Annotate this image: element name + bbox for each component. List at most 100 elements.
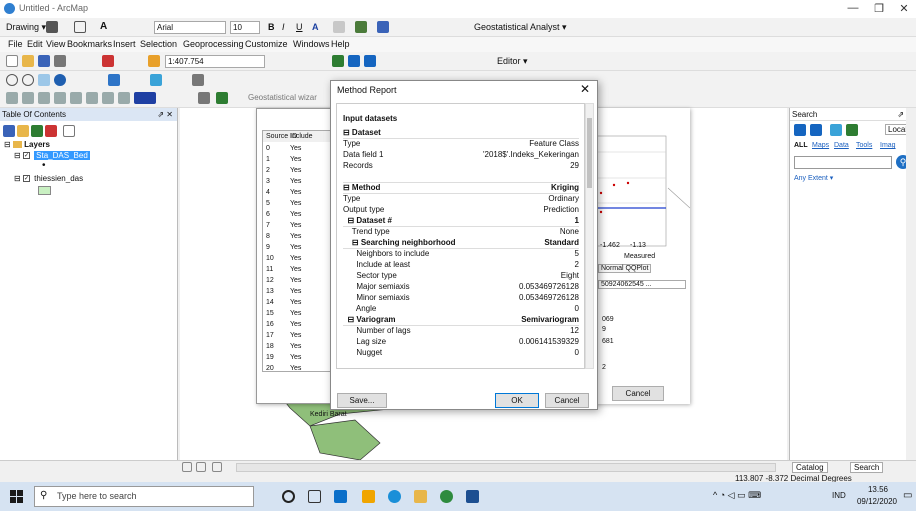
catalog-icon[interactable] [348, 55, 360, 67]
table-row[interactable]: 3 Yes [263, 176, 333, 187]
minimize-button[interactable]: — [843, 2, 863, 14]
mail-icon[interactable] [334, 490, 347, 503]
menu-geoprocessing[interactable]: Geoprocessing [183, 39, 244, 49]
arcmap-taskbar-icon[interactable] [466, 490, 479, 503]
geostatistical-analyst-menu[interactable]: Geostatistical Analyst ▾ [474, 22, 567, 33]
table-row[interactable]: 6 Yes [263, 209, 333, 220]
table-row[interactable]: 20 Yes [263, 363, 333, 371]
toc-pin-close[interactable]: ⇗ ✕ [157, 108, 173, 121]
data-view-icon[interactable] [182, 462, 192, 472]
menu-file[interactable]: File [8, 39, 23, 49]
forward-icon[interactable] [810, 124, 822, 136]
menu-help[interactable]: Help [331, 39, 350, 49]
refresh-view-icon[interactable] [212, 462, 222, 472]
search-window-icon[interactable] [364, 55, 376, 67]
horizontal-scrollbar[interactable] [236, 463, 776, 472]
expand-icon-2[interactable]: ⊟ [14, 174, 21, 183]
catalog-tab[interactable]: Catalog [792, 462, 828, 473]
list-by-visibility-icon[interactable] [31, 125, 43, 137]
layer-icon-5[interactable] [70, 92, 82, 104]
menu-customize[interactable]: Customize [245, 39, 288, 49]
delete-icon[interactable] [102, 55, 114, 67]
table-row[interactable]: 5 Yes [263, 198, 333, 209]
map-scale-field[interactable]: 1:407.754 [165, 55, 265, 68]
notification-icon[interactable]: ▭ [903, 490, 912, 501]
filter-maps[interactable]: Maps [812, 142, 829, 149]
scrollbar-thumb[interactable] [587, 118, 592, 188]
refresh-icon[interactable] [846, 124, 858, 136]
windows-start-icon[interactable] [10, 490, 23, 503]
table-row[interactable]: 13 Yes [263, 286, 333, 297]
list-by-drawing-order-icon[interactable] [3, 125, 15, 137]
drawing-menu[interactable]: Drawing ▾ [6, 22, 46, 33]
marker-color-icon[interactable] [377, 21, 389, 33]
table-row[interactable]: 17 Yes [263, 330, 333, 341]
home-icon[interactable] [830, 124, 842, 136]
table-row[interactable]: 19 Yes [263, 352, 333, 363]
table-row[interactable]: 12 Yes [263, 275, 333, 286]
filter-images[interactable]: Imag [880, 142, 896, 149]
font-size-select[interactable]: 10 [230, 21, 260, 34]
table-row[interactable]: 2 Yes [263, 165, 333, 176]
layer-icon-4[interactable] [54, 92, 66, 104]
system-tray-icons[interactable]: ^ ◔ ◁ ▭ ⌨ [713, 490, 761, 501]
save-button[interactable]: Save... [337, 393, 387, 408]
table-row[interactable]: 0 Yes [263, 143, 333, 154]
menu-view[interactable]: View [46, 39, 65, 49]
fill-color-icon[interactable] [333, 21, 345, 33]
layer-name-2[interactable]: thiessien_das [34, 174, 83, 183]
menu-edit[interactable]: Edit [27, 39, 43, 49]
filter-tools[interactable]: Tools [856, 142, 872, 149]
search-tab[interactable]: Search [850, 462, 884, 473]
layer-visibility-checkbox-2[interactable]: ✓ [22, 175, 30, 183]
underline-button[interactable]: U [296, 22, 303, 32]
layer-visibility-checkbox[interactable]: ✓ [22, 152, 30, 160]
table-row[interactable]: 1 Yes [263, 154, 333, 165]
layout-view-icon[interactable] [196, 462, 206, 472]
filter-all[interactable]: ALL [794, 142, 808, 149]
layer-sta-das-bed[interactable]: ⊟ ✓ Sta_DAS_Bed [14, 151, 90, 160]
table-row[interactable]: 10 Yes [263, 253, 333, 264]
options-icon[interactable] [63, 125, 75, 137]
table-row[interactable]: 16 Yes [263, 319, 333, 330]
save-icon[interactable] [38, 55, 50, 67]
menu-bookmarks[interactable]: Bookmarks [67, 39, 112, 49]
close-button[interactable]: ✕ [894, 2, 914, 15]
list-by-selection-icon[interactable] [45, 125, 57, 137]
layer-icon-8[interactable] [118, 92, 130, 104]
layer-name[interactable]: Sta_DAS_Bed [34, 151, 90, 160]
line-color-icon[interactable] [355, 21, 367, 33]
filter-data[interactable]: Data [834, 142, 849, 149]
rectangle-icon[interactable] [74, 21, 86, 33]
select-elements-icon[interactable] [46, 21, 58, 33]
store-icon[interactable] [362, 490, 375, 503]
layer-icon-3[interactable] [38, 92, 50, 104]
table-row[interactable]: 4 Yes [263, 187, 333, 198]
tab-normal-qqplot[interactable]: Normal QQPlot [598, 264, 652, 273]
measure-icon[interactable] [192, 74, 204, 86]
file-explorer-icon[interactable] [414, 490, 427, 503]
menu-insert[interactable]: Insert [113, 39, 136, 49]
input-language[interactable]: IND [832, 491, 846, 500]
search-input[interactable] [794, 156, 892, 169]
layer-icon-2[interactable] [22, 92, 34, 104]
back-icon[interactable] [794, 124, 806, 136]
table-row[interactable]: 9 Yes [263, 242, 333, 253]
find-icon[interactable] [150, 74, 162, 86]
cancel-button[interactable]: Cancel [545, 393, 589, 408]
maximize-button[interactable]: ❐ [869, 2, 889, 15]
menu-windows[interactable]: Windows [293, 39, 330, 49]
add-data-icon[interactable] [148, 55, 160, 67]
cortana-icon[interactable] [282, 490, 295, 503]
text-icon[interactable]: A [100, 21, 112, 33]
table-row[interactable]: 8 Yes [263, 231, 333, 242]
layers-group[interactable]: ⊟ Layers [4, 140, 50, 149]
clock-date[interactable]: 09/12/2020 [852, 497, 902, 506]
list-by-source-icon[interactable] [17, 125, 29, 137]
menu-selection[interactable]: Selection [140, 39, 177, 49]
new-map-icon[interactable] [6, 55, 18, 67]
layer-icon-6[interactable] [86, 92, 98, 104]
open-icon[interactable] [22, 55, 34, 67]
any-extent-dropdown[interactable]: Any Extent ▾ [794, 174, 833, 182]
report-scrollbar[interactable] [585, 103, 594, 369]
